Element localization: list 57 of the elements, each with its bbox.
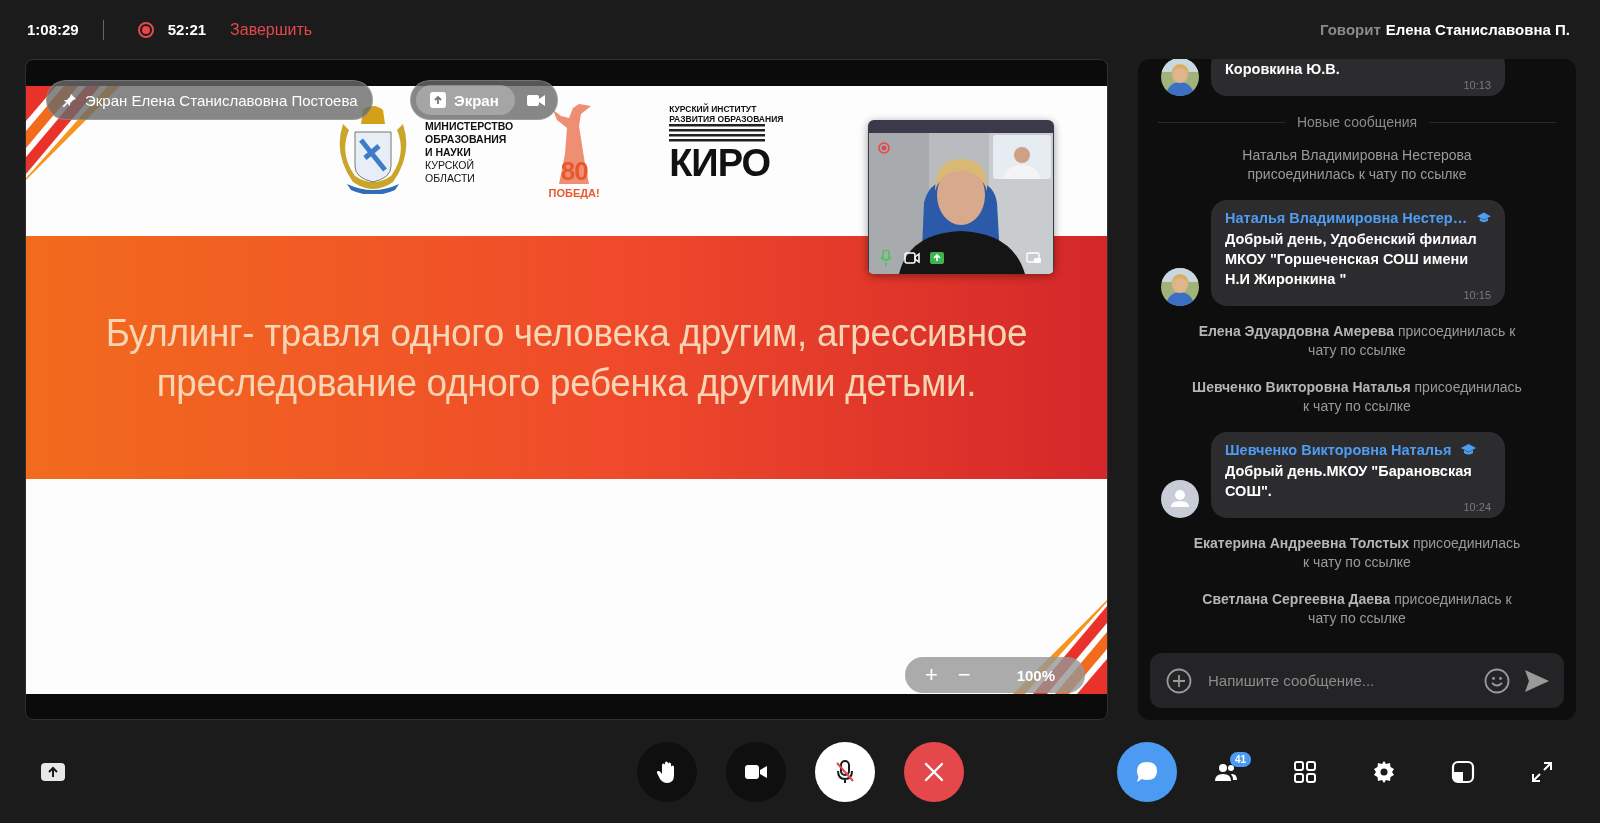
upload-icon [430,92,446,108]
recording-icon [878,142,890,154]
sender-name: Наталья Владимировна Нестер… [1225,210,1468,226]
grid-icon [1293,759,1317,784]
elapsed-time: 1:08:29 [27,21,79,38]
participant-count-badge: 41 [1230,751,1252,767]
share-screen-button[interactable] [41,762,65,781]
pinned-screen-text: Экран Елена Станиславовна Постоева [85,91,358,109]
screen-source-button[interactable]: Экран [416,85,515,115]
message-text: Коровкина Ю.В. [1225,60,1341,79]
message-time: 10:15 [1462,289,1491,301]
slide-title: Буллинг- травля одного человека другим, агрессивное преследование одного ребенка другими детьми. [104,310,1029,406]
slide-logo-text: МИНИСТЕРСТВО [425,120,514,133]
speaker-name: Елена Станиславовна П. [1385,21,1570,38]
speaker-label: Говорит [1319,21,1381,38]
zoom-out-button[interactable]: − [951,662,977,688]
camera-icon[interactable] [526,93,545,107]
slide-logo-text: КУРСКОЙ [425,159,476,172]
send-icon[interactable] [1524,668,1550,693]
zoom-value: 100% [1016,666,1055,684]
message-time: 10:13 [1462,79,1491,91]
slide-logo-text: ОБРАЗОВАНИЯ [425,133,508,146]
microphone-icon [880,250,892,266]
add-icon[interactable] [1166,667,1192,694]
building-lines-icon [669,124,766,144]
zoom-in-button[interactable]: + [919,662,944,688]
chat-icon [1135,759,1159,784]
system-message: Шевченко Викторовна Наталья присоединилась к чату по ссылке [1192,378,1522,416]
message-time: 10:24 [1462,501,1491,513]
system-message: Наталья Владимировна Нестерова присоединилась к чату по ссылке [1241,146,1473,184]
recording-time: 52:21 [167,21,207,38]
participants-button[interactable]: 41 [1196,741,1256,802]
camera-icon [904,252,920,264]
settings-icon [1372,759,1396,784]
new-messages-divider: Новые сообщения [1296,114,1418,130]
slide-logo-text: И НАУКИ [425,146,472,159]
share-screen-icon [930,252,944,264]
layout-icon [1451,759,1475,784]
message-text: Добрый день, Удобенский филиал МКОУ "Горшеченская СОШ имени Н.И Жиронкина " [1225,230,1478,289]
slide-logo-text: КИРО [669,144,772,182]
emoji-icon[interactable] [1484,667,1510,694]
slide-logo-text: РАЗВИТИЯ ОБРАЗОВАНИЯ [669,114,784,124]
slide-logo-text: ПОБЕДА! [548,187,600,199]
upload-icon [41,762,65,781]
system-message: Светлана Сергеевна Даева присоединилась к чату по ссылке [1201,590,1513,628]
picture-in-picture-icon [1026,252,1042,264]
system-message: Екатерина Андреевна Толстых присоединилась к чату по ссылке [1192,534,1522,572]
slide-logo-text: КУРСКИЙ ИНСТИТУТ [669,104,758,114]
pin-icon [63,93,77,107]
system-message: Елена Эдуардовна Амерева присоединилась к чату по ссылке [1197,322,1517,360]
slide-logo-text: ОБЛАСТИ [425,172,476,185]
expand-icon [1530,759,1554,784]
end-recording-link[interactable]: Завершить [230,20,313,39]
message-input[interactable]: Напишите сообщение... [1206,671,1470,690]
slide-logo-text: 80 [560,156,588,187]
message-text: Добрый день.МКОУ "Барановская СОШ". [1225,462,1473,501]
sender-name: Шевченко Викторовна Наталья [1225,442,1452,458]
